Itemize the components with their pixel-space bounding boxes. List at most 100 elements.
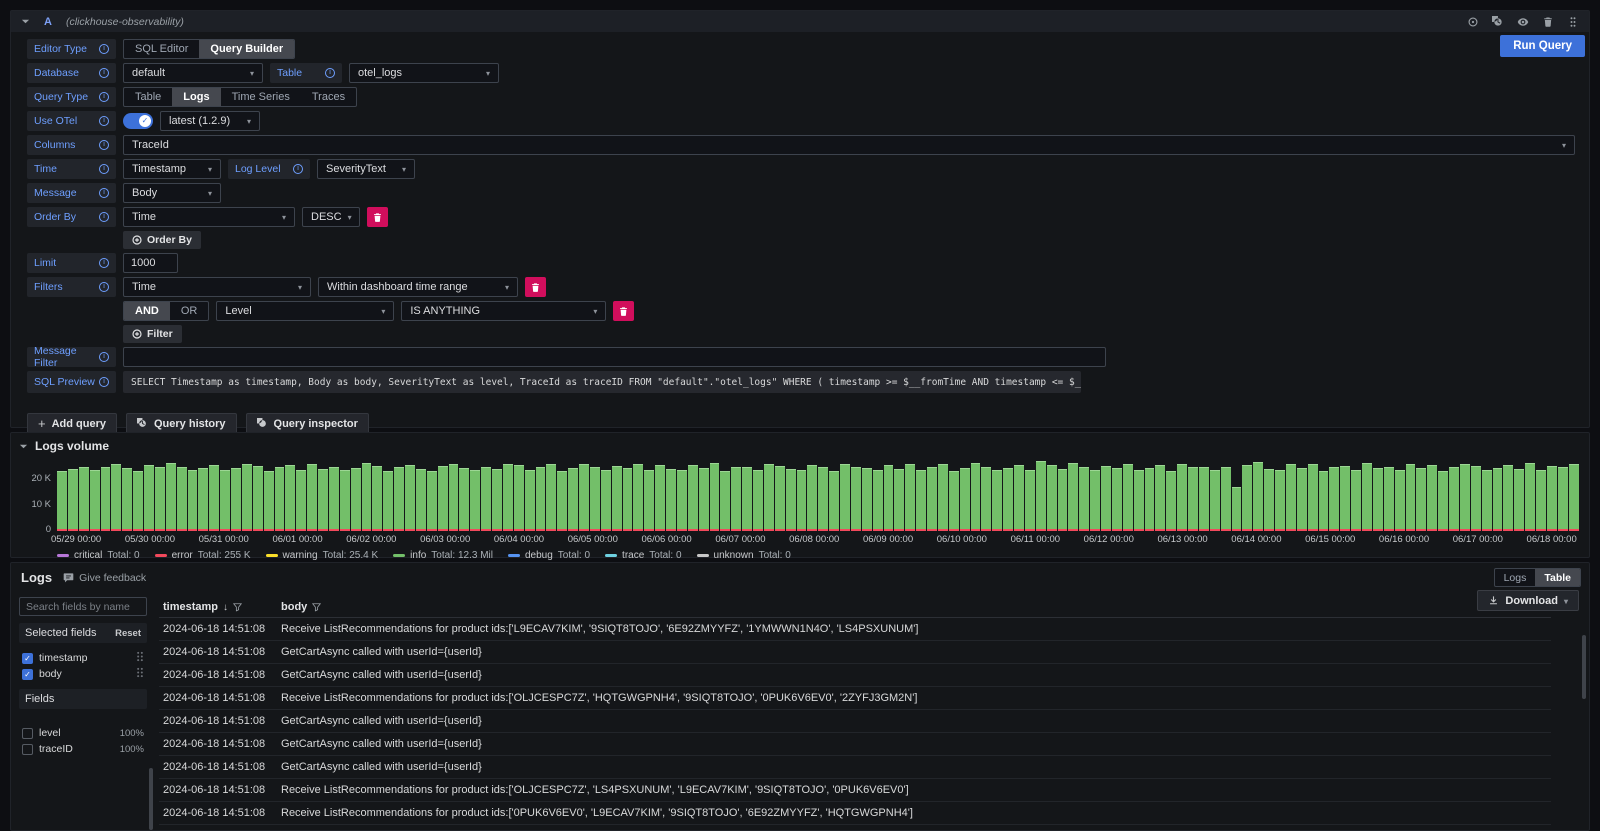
filter-operator-select[interactable]: Within dashboard time range (318, 277, 518, 297)
legend-item-info[interactable]: infoTotal: 12.3 Mil (393, 550, 493, 561)
body-column-header[interactable]: body (281, 601, 321, 613)
info-icon (99, 377, 109, 387)
table-row[interactable]: 2024-06-18 14:51:08GetCartAsync called w… (159, 733, 1551, 756)
chevron-down-icon (486, 67, 490, 79)
query-type-logs[interactable]: Logs (172, 88, 220, 106)
table-row[interactable]: 2024-06-18 14:51:08Receive ListRecommend… (159, 779, 1551, 802)
add-query-button[interactable]: +Add query (27, 413, 117, 434)
filter-funnel-icon[interactable] (312, 603, 321, 612)
filter-sub-field-select[interactable]: Level (216, 301, 394, 321)
selected-field-timestamp[interactable]: timestamp (19, 650, 147, 666)
query-type-table[interactable]: Table (124, 88, 172, 106)
error-segment (1351, 529, 1361, 531)
filter-funnel-icon[interactable] (233, 603, 242, 612)
and-option[interactable]: AND (124, 302, 170, 320)
timestamp-column-header[interactable]: timestamp ↓ (159, 601, 281, 613)
error-segment (1242, 529, 1252, 531)
circle-icon[interactable] (1467, 16, 1479, 28)
log-level-select[interactable]: SeverityText (317, 159, 415, 179)
table-row[interactable]: 2024-06-18 14:51:08Receive ListRecommend… (159, 687, 1551, 710)
message-label: Message (27, 183, 116, 203)
give-feedback-link[interactable]: Give feedback (63, 572, 146, 584)
table-select[interactable]: otel_logs (349, 63, 499, 83)
or-option[interactable]: OR (170, 302, 209, 320)
logs-volume-bars (57, 459, 1579, 531)
field-level[interactable]: level100% (19, 725, 147, 741)
table-row[interactable]: 2024-06-18 14:51:08Receive ListRecommend… (159, 618, 1551, 641)
table-row[interactable]: 2024-06-18 14:51:08Receive ListRecommend… (159, 825, 1551, 831)
message-select[interactable]: Body (123, 183, 221, 203)
history-clock-icon[interactable] (1492, 16, 1504, 28)
legend-item-trace[interactable]: traceTotal: 0 (605, 550, 681, 561)
filter-sub-operator-select[interactable]: IS ANYTHING (401, 301, 606, 321)
checkbox-unchecked[interactable] (22, 744, 33, 755)
volume-bar (307, 464, 317, 531)
collapse-chevron-icon[interactable] (19, 442, 28, 451)
table-row[interactable]: 2024-06-18 14:51:08GetCartAsync called w… (159, 710, 1551, 733)
search-fields-input[interactable] (19, 597, 147, 616)
chevron-down-icon (1564, 595, 1568, 607)
selected-field-body[interactable]: body (19, 666, 147, 682)
reset-button[interactable]: Reset (115, 628, 141, 639)
filter-field-select[interactable]: Time (123, 277, 311, 297)
volume-bar (1373, 468, 1383, 531)
columns-multiselect[interactable]: TraceId (123, 135, 1575, 155)
legend-item-warning[interactable]: warningTotal: 25.4 K (266, 550, 379, 561)
drag-grip-icon[interactable] (136, 651, 144, 665)
limit-input[interactable] (123, 253, 178, 273)
x-axis-tick: 06/08 00:00 (789, 534, 839, 545)
sort-desc-icon[interactable]: ↓ (223, 602, 228, 613)
view-table-option[interactable]: Table (1535, 569, 1580, 586)
view-logs-option[interactable]: Logs (1495, 569, 1536, 586)
trash-icon[interactable] (1542, 16, 1554, 28)
legend-item-critical[interactable]: criticalTotal: 0 (57, 550, 140, 561)
remove-filter-button[interactable] (525, 277, 546, 297)
logs-table: timestamp ↓ body 2024-06-18 14:51:08Rece… (159, 597, 1551, 831)
download-button[interactable]: Download (1477, 590, 1579, 611)
time-select[interactable]: Timestamp (123, 159, 221, 179)
volume-bar (623, 468, 633, 532)
query-inspector-button[interactable]: Query inspector (246, 413, 369, 434)
remove-order-by-button[interactable] (367, 207, 388, 227)
message-filter-input[interactable] (123, 347, 1106, 367)
add-order-by-button[interactable]: Order By (123, 231, 201, 249)
error-segment (1210, 529, 1220, 531)
query-history-button[interactable]: Query history (126, 413, 237, 434)
volume-bar (775, 466, 785, 531)
remove-sub-filter-button[interactable] (613, 301, 634, 321)
add-filter-button[interactable]: Filter (123, 325, 182, 343)
checkbox-checked[interactable] (22, 669, 33, 680)
query-type-timeseries[interactable]: Time Series (221, 88, 301, 106)
legend-item-debug[interactable]: debugTotal: 0 (508, 550, 590, 561)
volume-bar (209, 465, 219, 531)
table-row[interactable]: 2024-06-18 14:51:08GetCartAsync called w… (159, 641, 1551, 664)
sql-editor-option[interactable]: SQL Editor (124, 40, 199, 58)
query-type-traces[interactable]: Traces (301, 88, 356, 106)
query-builder-option[interactable]: Query Builder (199, 40, 294, 58)
drag-grip-icon[interactable] (136, 667, 144, 681)
checkbox-checked[interactable] (22, 653, 33, 664)
checkbox-unchecked[interactable] (22, 728, 33, 739)
eye-icon[interactable] (1517, 16, 1529, 28)
otel-version-select[interactable]: latest (1.2.9) (160, 111, 260, 131)
legend-item-error[interactable]: errorTotal: 255 K (155, 550, 251, 561)
legend-item-unknown[interactable]: unknownTotal: 0 (697, 550, 791, 561)
table-row[interactable]: 2024-06-18 14:51:08Receive ListRecommend… (159, 802, 1551, 825)
table-row[interactable]: 2024-06-18 14:51:08GetCartAsync called w… (159, 756, 1551, 779)
editor-type-label: Editor Type (27, 39, 116, 59)
order-by-direction-select[interactable]: DESC (302, 207, 360, 227)
drag-handle-icon[interactable] (1567, 16, 1579, 28)
use-otel-toggle[interactable] (123, 113, 153, 129)
table-row[interactable]: 2024-06-18 14:51:08GetCartAsync called w… (159, 664, 1551, 687)
database-select[interactable]: default (123, 63, 263, 83)
field-traceID[interactable]: traceID100% (19, 741, 147, 757)
error-segment (1003, 529, 1013, 531)
sql-preview-code[interactable]: SELECT Timestamp as timestamp, Body as b… (123, 371, 1081, 393)
plus-circle-icon (132, 235, 142, 245)
order-by-field-select[interactable]: Time (123, 207, 295, 227)
run-query-button[interactable]: Run Query (1500, 35, 1585, 57)
sidebar-scrollbar[interactable] (149, 768, 153, 830)
collapse-chevron-icon[interactable] (21, 17, 30, 26)
panel-scrollbar[interactable] (1582, 635, 1586, 699)
sql-preview-row: SQL Preview SELECT Timestamp as timestam… (27, 371, 1577, 393)
